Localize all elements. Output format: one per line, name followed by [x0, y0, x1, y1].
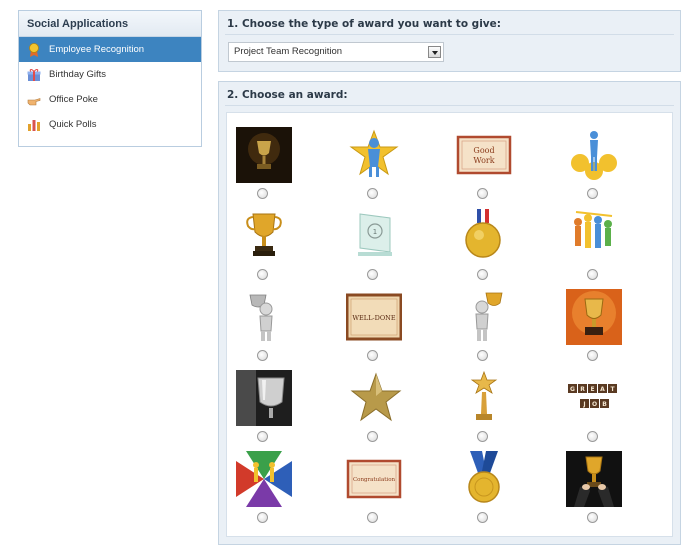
trophy-photo-icon[interactable] [236, 127, 292, 183]
team-star-icon[interactable] [566, 127, 622, 183]
svg-text:E: E [590, 386, 594, 393]
svg-text:R: R [580, 386, 585, 393]
award-option [566, 208, 626, 283]
sidebar-item-label: Quick Polls [49, 119, 97, 130]
svg-text:WELL-DONE: WELL-DONE [352, 314, 395, 322]
gift-icon [27, 69, 41, 81]
svg-text:O: O [592, 401, 597, 408]
award-radio[interactable] [257, 512, 268, 523]
award-radio[interactable] [477, 512, 488, 523]
sidebar-title: Social Applications [19, 11, 201, 37]
award-option [456, 370, 516, 445]
award-option [346, 370, 406, 445]
divider [225, 34, 674, 35]
glass-plaque-icon[interactable]: 1 [346, 208, 402, 264]
star-statuette-icon[interactable] [456, 370, 512, 426]
award-option [236, 127, 296, 202]
gold-star-icon[interactable] [346, 370, 402, 426]
certificate-icon[interactable]: WELL-DONE [346, 289, 402, 345]
award-option [566, 289, 626, 364]
award-radio[interactable] [477, 431, 488, 442]
chevron-down-icon[interactable] [428, 46, 441, 58]
award-option: WELL-DONE [346, 289, 406, 364]
sidebar-item-quick-polls[interactable]: Quick Polls [19, 112, 201, 137]
puzzle-figures-icon[interactable] [236, 451, 292, 507]
gold-cup-icon[interactable] [236, 208, 292, 264]
award-radio[interactable] [587, 188, 598, 199]
figure-trophy-icon[interactable] [236, 289, 292, 345]
award-radio[interactable] [367, 269, 378, 280]
award-type-panel: 1. Choose the type of award you want to … [218, 10, 681, 72]
award-radio[interactable] [477, 350, 488, 361]
svg-text:G: G [570, 386, 575, 393]
award-option [456, 289, 516, 364]
award-option [456, 451, 516, 526]
award-option [346, 127, 406, 202]
svg-text:B: B [602, 401, 607, 408]
divider [225, 105, 674, 106]
award-option [236, 370, 296, 445]
bar-chart-icon [28, 120, 40, 131]
sidebar: Social Applications Employee Recognition… [18, 10, 202, 147]
trophy-orange-icon[interactable] [566, 289, 622, 345]
hands-trophy-icon[interactable] [566, 451, 622, 507]
award-option [566, 127, 626, 202]
award-radio[interactable] [367, 512, 378, 523]
sidebar-item-employee-recognition[interactable]: Employee Recognition [19, 37, 201, 62]
award-radio[interactable] [587, 431, 598, 442]
award-option: Congratulation [346, 451, 406, 526]
award-radio[interactable] [587, 269, 598, 280]
award-option [566, 451, 626, 526]
choose-award-panel: 2. Choose an award: Good Work 1 WELL-DON… [218, 81, 681, 545]
svg-text:Work: Work [473, 156, 494, 165]
award-option [236, 208, 296, 283]
silver-cup-icon[interactable] [236, 370, 292, 426]
award-ribbon-icon [29, 43, 39, 57]
sidebar-item-label: Office Poke [49, 94, 98, 105]
award-type-selected-value: Project Team Recognition [234, 46, 343, 57]
award-radio[interactable] [367, 350, 378, 361]
svg-text:1: 1 [373, 228, 377, 236]
award-radio[interactable] [587, 350, 598, 361]
award-radio[interactable] [367, 431, 378, 442]
award-radio[interactable] [587, 512, 598, 523]
award-option: G R E A T J O B [566, 370, 626, 445]
award-radio[interactable] [477, 188, 488, 199]
award-radio[interactable] [257, 188, 268, 199]
sidebar-item-birthday-gifts[interactable]: Birthday Gifts [19, 62, 201, 87]
figure-cup-icon[interactable] [456, 289, 512, 345]
award-radio[interactable] [367, 188, 378, 199]
svg-text:A: A [600, 386, 605, 393]
star-figure-icon[interactable] [346, 127, 402, 183]
svg-text:Congratulation: Congratulation [353, 477, 396, 483]
svg-text:J: J [582, 401, 585, 408]
sidebar-item-label: Employee Recognition [49, 44, 145, 55]
award-option [456, 208, 516, 283]
award-radio[interactable] [257, 431, 268, 442]
svg-text:Good: Good [473, 146, 494, 155]
certificate-icon[interactable]: Good Work [456, 127, 512, 183]
award-radio[interactable] [477, 269, 488, 280]
award-option [236, 289, 296, 364]
award-option [236, 451, 296, 526]
letter-blocks-icon[interactable]: G R E A T J O B [566, 370, 622, 426]
team-figures-icon[interactable] [566, 208, 622, 264]
sidebar-item-office-poke[interactable]: Office Poke [19, 87, 201, 112]
certificate-icon[interactable]: Congratulation [346, 451, 402, 507]
pointing-hand-icon [27, 98, 41, 106]
award-radio[interactable] [257, 269, 268, 280]
award-option: Good Work [456, 127, 516, 202]
award-type-select[interactable]: Project Team Recognition [228, 42, 444, 62]
sidebar-item-label: Birthday Gifts [49, 69, 107, 80]
award-grid: Good Work 1 WELL-DONE G R E A T J O B Co… [226, 112, 673, 537]
gold-medal-icon[interactable] [456, 208, 512, 264]
choose-award-heading: 2. Choose an award: [227, 89, 348, 101]
blue-ribbon-medal-icon[interactable] [456, 451, 512, 507]
award-type-heading: 1. Choose the type of award you want to … [227, 18, 501, 30]
award-radio[interactable] [257, 350, 268, 361]
award-option: 1 [346, 208, 406, 283]
